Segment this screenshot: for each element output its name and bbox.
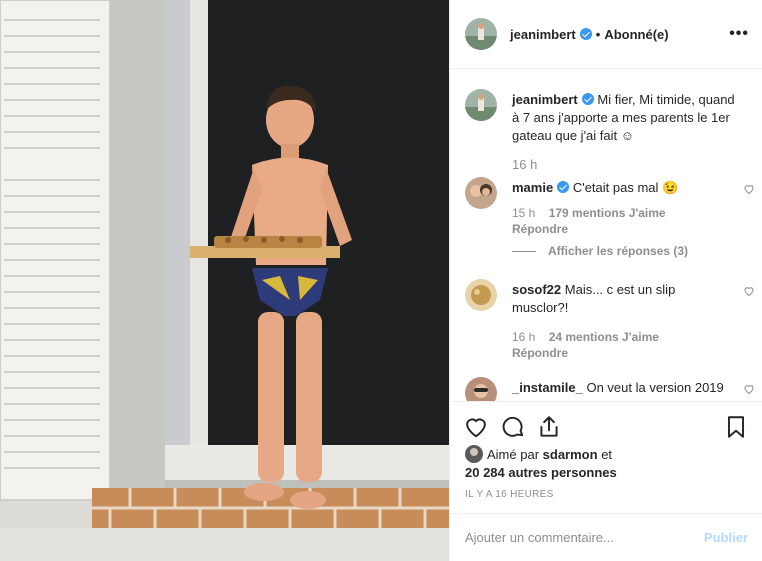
caption-time: 16 h <box>512 157 538 172</box>
comment-likes[interactable]: 24 mentions J'aime <box>549 330 659 344</box>
comment-like-heart-icon[interactable] <box>743 183 755 195</box>
caption-username[interactable]: jeanimbert <box>512 92 578 107</box>
post-header: jeanimbert • Abonné(e) ••• <box>450 0 762 69</box>
comment-like-heart-icon[interactable] <box>743 383 755 395</box>
replies-divider <box>512 250 536 252</box>
instagram-post: jeanimbert • Abonné(e) ••• jeanimbert Mi… <box>0 0 762 561</box>
comment-likes[interactable]: 179 mentions J'aime <box>549 206 666 220</box>
post-timestamp: IL Y A 16 HEURES <box>465 489 554 500</box>
heart-icon[interactable] <box>463 414 489 440</box>
comment-text: On veut la version 2019 <box>586 380 724 395</box>
liked-by[interactable]: Aimé par sdarmon et 20 284 autres person… <box>465 445 617 482</box>
verified-icon <box>557 181 570 193</box>
commenter-username[interactable]: mamie <box>512 180 553 195</box>
liker-username[interactable]: sdarmon <box>543 447 598 462</box>
publish-button[interactable]: Publier <box>704 530 748 545</box>
verified-icon <box>579 27 592 40</box>
post-side-panel: jeanimbert • Abonné(e) ••• jeanimbert Mi… <box>449 0 762 561</box>
post-photo[interactable] <box>0 0 449 561</box>
more-options-icon[interactable]: ••• <box>729 25 749 43</box>
reply-button[interactable]: Répondre <box>512 221 732 237</box>
comment-time: 16 h <box>512 330 536 344</box>
share-icon[interactable] <box>536 414 562 440</box>
photo-illustration <box>0 0 449 561</box>
author-avatar[interactable] <box>465 18 497 50</box>
commenter-avatar[interactable] <box>465 279 497 311</box>
follow-status-button[interactable]: Abonné(e) <box>604 27 668 42</box>
commenter-avatar[interactable] <box>465 177 497 209</box>
add-comment-bar: Ajouter un commentaire... Publier <box>450 513 762 561</box>
separator-dot: • <box>595 26 601 42</box>
caption-avatar[interactable] <box>465 89 497 121</box>
commenter-username[interactable]: sosof22 <box>512 282 561 297</box>
bookmark-icon[interactable] <box>723 414 749 440</box>
author-username[interactable]: jeanimbert <box>510 27 592 42</box>
commenter-username[interactable]: _instamile_ <box>512 380 583 395</box>
commenter-avatar[interactable] <box>465 377 497 401</box>
view-replies-button[interactable]: Afficher les réponses (3) <box>512 244 712 258</box>
comments-list[interactable]: jeanimbert Mi fier, Mi timide, quand à 7… <box>450 69 762 401</box>
verified-icon <box>581 93 594 105</box>
post-actions: Aimé par sdarmon et 20 284 autres person… <box>450 401 762 513</box>
comment-icon[interactable] <box>500 414 526 440</box>
comment-input[interactable]: Ajouter un commentaire... <box>465 530 614 545</box>
comment-like-heart-icon[interactable] <box>743 285 755 297</box>
likes-count[interactable]: 20 284 autres personnes <box>465 464 617 482</box>
comment-time: 15 h <box>512 206 536 220</box>
reply-button[interactable]: Répondre <box>512 345 732 361</box>
liker-avatar <box>465 445 483 463</box>
comment-text: C'etait pas mal 😉 <box>572 180 679 195</box>
